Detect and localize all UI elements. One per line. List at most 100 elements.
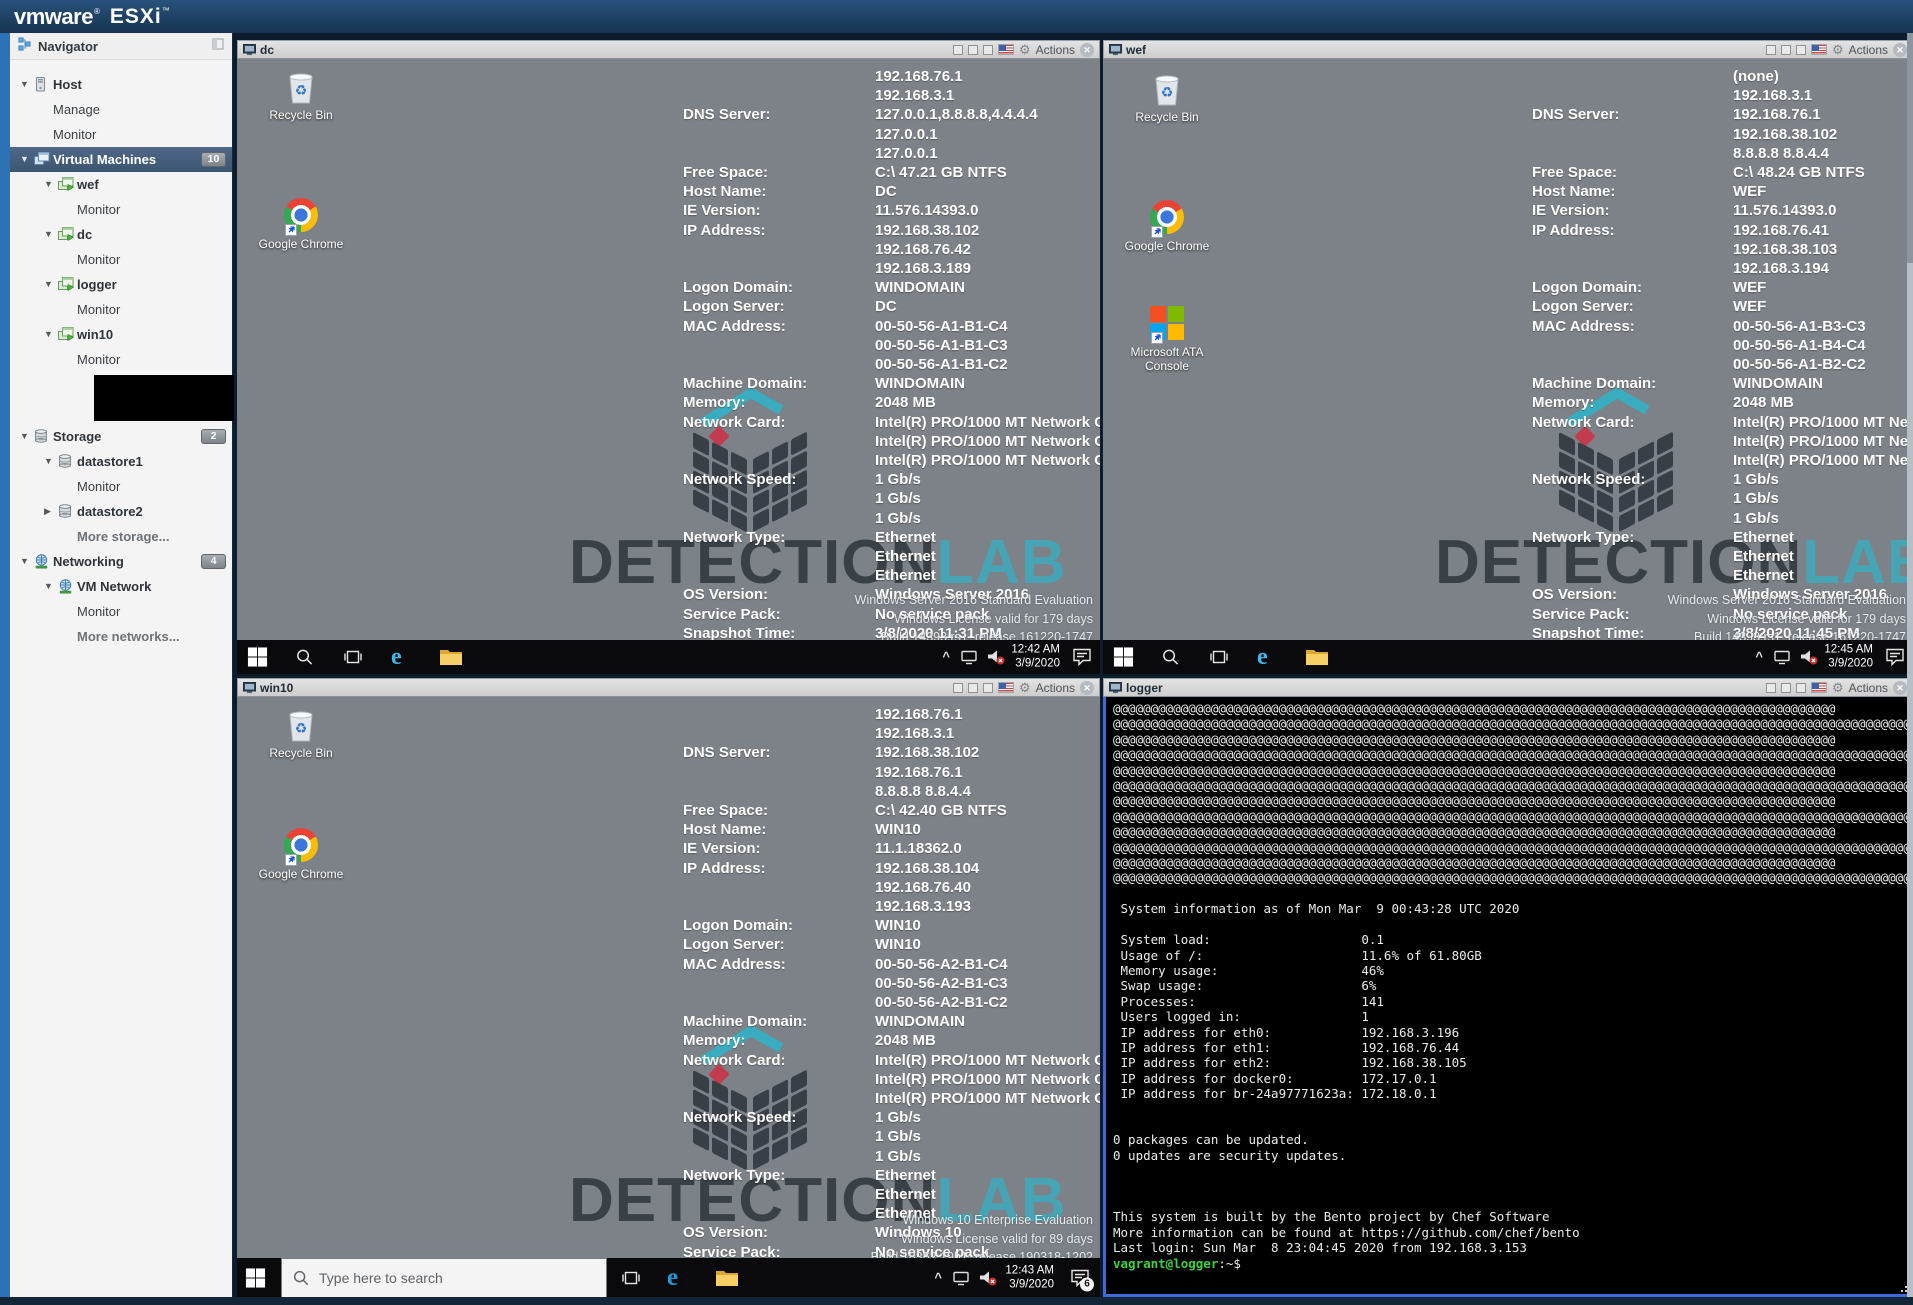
window-titlebar[interactable]: dc⚙Actions✕: [237, 40, 1100, 59]
actions-menu[interactable]: Actions: [1849, 681, 1888, 695]
chevron-down-icon[interactable]: ▼: [44, 222, 53, 247]
open-new-window-icon[interactable]: [968, 683, 978, 693]
chevron-down-icon[interactable]: ▼: [44, 449, 53, 474]
close-console-icon[interactable]: ✕: [1080, 43, 1094, 57]
chevron-down-icon[interactable]: ▼: [44, 172, 53, 197]
sidebar-item-more-storage-[interactable]: More storage...: [10, 524, 232, 549]
sidebar-item-host[interactable]: ▼Host: [10, 72, 232, 97]
desktop-icon-chrome[interactable]: Google Chrome: [253, 827, 349, 881]
ie-browser-button[interactable]: e: [1257, 645, 1268, 669]
taskbar-search-input[interactable]: Type here to search: [281, 1258, 607, 1298]
action-center-icon[interactable]: [1885, 648, 1905, 667]
desktop-icon-recycle-bin[interactable]: ♻Recycle Bin: [1119, 71, 1215, 124]
volume-muted-icon[interactable]: [1799, 649, 1819, 666]
console-settings-gear-icon[interactable]: ⚙: [1019, 43, 1031, 56]
sidebar-item-logger[interactable]: ▼logger: [10, 272, 232, 297]
desktop-icon-ms-ata[interactable]: Microsoft ATA Console: [1119, 305, 1215, 373]
volume-muted-icon[interactable]: [978, 1270, 998, 1287]
open-new-window-icon[interactable]: [1781, 683, 1791, 693]
task-view-button[interactable]: [343, 647, 363, 667]
open-new-window-icon[interactable]: [1781, 45, 1791, 55]
chevron-down-icon[interactable]: ▼: [44, 574, 53, 599]
open-new-window-icon[interactable]: [968, 45, 978, 55]
fullscreen-icon[interactable]: [983, 45, 993, 55]
chevron-down-icon[interactable]: ▼: [20, 424, 29, 449]
actions-menu[interactable]: Actions: [1036, 43, 1075, 57]
sidebar-item-virtual-machines[interactable]: ▼Virtual Machines10: [10, 147, 232, 172]
keyboard-layout-flag-icon[interactable]: [1811, 44, 1827, 55]
sidebar-item-manage[interactable]: Manage: [10, 97, 232, 122]
network-tray-icon[interactable]: [960, 649, 978, 665]
actions-menu[interactable]: Actions: [1036, 681, 1075, 695]
popout-console-icon[interactable]: [953, 683, 963, 693]
console-settings-gear-icon[interactable]: ⚙: [1832, 681, 1844, 694]
sidebar-item-more-networks-[interactable]: More networks...: [10, 624, 232, 649]
sidebar-item-monitor[interactable]: Monitor: [10, 197, 232, 222]
window-titlebar[interactable]: wef⚙Actions✕: [1103, 40, 1913, 59]
sidebar-item-monitor[interactable]: Monitor: [10, 122, 232, 147]
chevron-down-icon[interactable]: ▼: [20, 147, 29, 172]
taskbar-search-button[interactable]: [1161, 648, 1180, 667]
start-button[interactable]: [247, 647, 268, 668]
sidebar-item-datastore2[interactable]: ▶datastore2: [10, 499, 232, 524]
sidebar-item-monitor[interactable]: Monitor: [10, 347, 232, 372]
ie-browser-button[interactable]: e: [391, 645, 402, 669]
windows-taskbar[interactable]: e ^ 12:45 AM3/9/2020: [1103, 640, 1913, 674]
window-titlebar[interactable]: win10⚙Actions✕: [237, 678, 1100, 697]
fullscreen-icon[interactable]: [1796, 45, 1806, 55]
keyboard-layout-flag-icon[interactable]: [998, 44, 1014, 55]
sidebar-item-monitor[interactable]: Monitor: [10, 599, 232, 624]
fullscreen-icon[interactable]: [1796, 683, 1806, 693]
file-explorer-button[interactable]: [1305, 647, 1329, 667]
close-console-icon[interactable]: ✕: [1893, 43, 1907, 57]
vm-console-screen[interactable]: ♻Recycle BinGoogle ChromeDETECTIONLAB192…: [237, 697, 1100, 1298]
sidebar-item-networking[interactable]: ▼Networking4: [10, 549, 232, 574]
popout-console-icon[interactable]: [953, 45, 963, 55]
action-center-icon[interactable]: 6: [1070, 1269, 1090, 1288]
window-titlebar[interactable]: logger⚙Actions✕: [1103, 678, 1913, 697]
fullscreen-icon[interactable]: [983, 683, 993, 693]
actions-menu[interactable]: Actions: [1849, 43, 1888, 57]
vm-console-screen[interactable]: ♻Recycle BinGoogle ChromeDETECTIONLAB192…: [237, 59, 1100, 674]
taskbar-clock[interactable]: 12:45 AM3/9/2020: [1824, 644, 1873, 671]
taskbar-search-button[interactable]: [295, 648, 314, 667]
file-explorer-button[interactable]: [715, 1268, 739, 1288]
chevron-down-icon[interactable]: ▼: [20, 549, 29, 574]
keyboard-layout-flag-icon[interactable]: [998, 682, 1014, 693]
close-console-icon[interactable]: ✕: [1893, 681, 1907, 695]
volume-muted-icon[interactable]: [986, 649, 1006, 666]
windows-taskbar[interactable]: e ^ 12:42 AM3/9/2020: [237, 640, 1100, 674]
popout-console-icon[interactable]: [1766, 683, 1776, 693]
file-explorer-button[interactable]: [439, 647, 463, 667]
hidden-icons-caret[interactable]: ^: [934, 1271, 942, 1285]
chevron-down-icon[interactable]: ▼: [20, 72, 29, 97]
network-tray-icon[interactable]: [952, 1270, 970, 1286]
popout-console-icon[interactable]: [1766, 45, 1776, 55]
network-tray-icon[interactable]: [1773, 649, 1791, 665]
sidebar-item-datastore1[interactable]: ▼datastore1: [10, 449, 232, 474]
hidden-icons-caret[interactable]: ^: [942, 650, 950, 664]
start-button[interactable]: [1113, 647, 1134, 668]
sidebar-item-win10[interactable]: ▼win10: [10, 322, 232, 347]
sidebar-item-dc[interactable]: ▼dc: [10, 222, 232, 247]
windows-taskbar[interactable]: eType here to search^12:43 AM3/9/20206: [237, 1258, 1100, 1298]
desktop-icon-chrome[interactable]: Google Chrome: [253, 197, 349, 251]
hidden-icons-caret[interactable]: ^: [1755, 650, 1763, 664]
desktop-icon-recycle-bin[interactable]: ♻Recycle Bin: [253, 69, 349, 122]
console-settings-gear-icon[interactable]: ⚙: [1832, 43, 1844, 56]
start-button[interactable]: [245, 1268, 266, 1289]
edge-browser-button[interactable]: e: [667, 1266, 678, 1290]
keyboard-layout-flag-icon[interactable]: [1811, 682, 1827, 693]
sidebar-item-monitor[interactable]: Monitor: [10, 297, 232, 322]
chevron-down-icon[interactable]: ▼: [44, 272, 53, 297]
vm-console-screen[interactable]: ♻Recycle Bin Google Chrome Microsoft ATA C…: [1103, 59, 1913, 674]
close-console-icon[interactable]: ✕: [1080, 681, 1094, 695]
sidebar-item-storage[interactable]: ▼Storage2: [10, 424, 232, 449]
desktop-icon-chrome[interactable]: Google Chrome: [1119, 199, 1215, 253]
desktop-icon-recycle-bin[interactable]: ♻Recycle Bin: [253, 707, 349, 760]
sidebar-item-monitor[interactable]: Monitor: [10, 247, 232, 272]
sidebar-item-vm-network[interactable]: ▼VM Network: [10, 574, 232, 599]
chevron-down-icon[interactable]: ▼: [44, 322, 53, 347]
taskbar-clock[interactable]: 12:42 AM3/9/2020: [1011, 644, 1060, 671]
task-view-button[interactable]: [1209, 647, 1229, 667]
